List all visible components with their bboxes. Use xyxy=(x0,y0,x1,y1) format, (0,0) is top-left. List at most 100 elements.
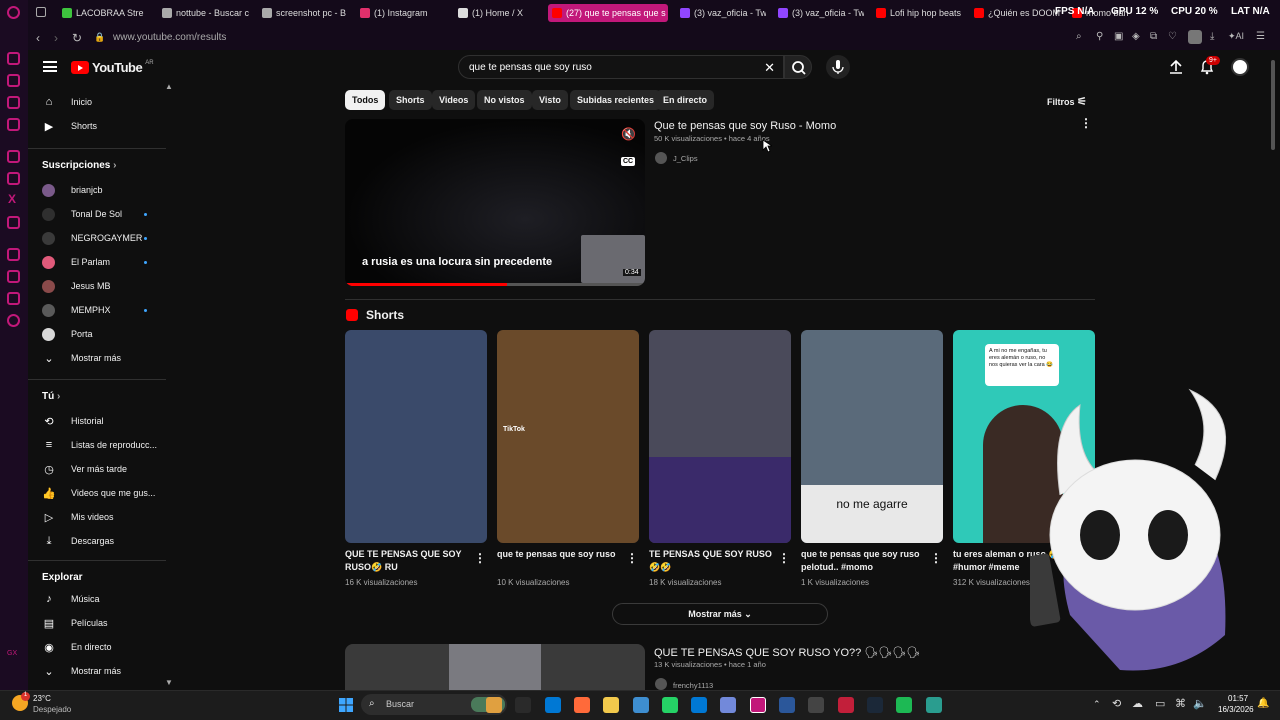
gx-icon[interactable]: GX xyxy=(7,650,17,657)
clear-search-icon[interactable]: ✕ xyxy=(764,60,775,76)
word-icon[interactable] xyxy=(779,697,795,713)
sidebar-item-inicio[interactable]: ⌂ Inicio xyxy=(42,92,92,112)
windows-start-icon[interactable] xyxy=(338,697,354,713)
snapshot-icon[interactable]: ▣ xyxy=(1114,31,1123,42)
instagram-icon[interactable] xyxy=(7,96,20,109)
task-view-icon[interactable] xyxy=(515,697,532,713)
opera-logo-icon[interactable] xyxy=(7,6,20,19)
settings-icon[interactable] xyxy=(7,314,20,327)
display-icon[interactable]: ▭ xyxy=(1155,697,1165,710)
sidebar-item-subscription[interactable]: El Parlam xyxy=(42,252,110,272)
back-icon[interactable]: ‹ xyxy=(36,31,40,45)
more-actions-icon[interactable]: ⋮ xyxy=(474,551,486,565)
browser-tab[interactable]: LACOBRAA Stre xyxy=(58,4,148,22)
edge-icon[interactable] xyxy=(544,697,561,713)
filters-button[interactable]: Filtros ⚟ xyxy=(1047,95,1087,108)
folder-icon[interactable] xyxy=(603,697,620,713)
network-icon[interactable]: ⌘ xyxy=(1175,697,1186,710)
browser-tab[interactable]: (1) Instagram xyxy=(356,4,446,22)
short-title[interactable]: TE PENSAS QUE SOY RUSO 🤣🤣 xyxy=(649,548,775,574)
x-icon[interactable]: X xyxy=(8,192,16,206)
profile-avatar[interactable] xyxy=(1188,30,1202,44)
filter-chip[interactable]: En directo xyxy=(656,90,715,110)
menu-icon[interactable]: ☰ xyxy=(1256,31,1265,42)
weather-temp[interactable]: 23°C xyxy=(33,694,51,703)
sidebar-item-thumbs-up[interactable]: 👍 Videos que me gus... xyxy=(42,483,155,503)
more-actions-icon[interactable]: ⋮ xyxy=(626,551,638,565)
browser-tab[interactable]: ¿Quién es DOOM xyxy=(970,4,1060,22)
video-title[interactable]: Que te pensas que soy Ruso - Momo xyxy=(654,120,836,132)
obs-icon[interactable] xyxy=(808,697,825,713)
more-actions-icon[interactable]: ⋮ xyxy=(1080,116,1092,130)
upload-icon[interactable] xyxy=(1168,59,1184,75)
notification-center-icon[interactable]: 🔔 xyxy=(1257,698,1269,709)
filter-chip[interactable]: Todos xyxy=(345,90,386,110)
sidebar-item-subscription[interactable]: Porta xyxy=(42,324,93,344)
sidebar-item-film[interactable]: ▤ Películas xyxy=(42,613,108,633)
browser-tab[interactable]: (1) Home / X xyxy=(454,4,544,22)
voice-search-button[interactable] xyxy=(826,55,850,79)
account-avatar[interactable] xyxy=(1231,58,1249,76)
discord-icon[interactable] xyxy=(720,697,737,713)
captions-icon[interactable]: CC xyxy=(621,157,636,166)
short-title[interactable]: que te pensas que soy ruso pelotud.. #mo… xyxy=(801,548,927,574)
sidebar-item-history[interactable]: ⟲ Historial xyxy=(42,411,103,431)
camera-icon[interactable]: ⧉ xyxy=(1150,31,1157,42)
clock-time[interactable]: 01:57 xyxy=(1228,694,1248,703)
scroll-up-icon[interactable]: ▲ xyxy=(165,82,173,91)
short-thumbnail[interactable]: TikTok xyxy=(497,330,639,543)
browser-tab[interactable]: (27) que te pensas que s xyxy=(548,4,668,22)
twitch-icon[interactable] xyxy=(7,150,20,163)
browser-tab[interactable]: screenshot pc - B xyxy=(258,4,348,22)
tray-overflow-icon[interactable]: ⌃ xyxy=(1093,699,1101,710)
sidebar-item-subscription[interactable]: Jesus MB xyxy=(42,276,111,296)
sidebar-item-live[interactable]: ◉ En directo xyxy=(42,637,111,657)
steam-icon[interactable] xyxy=(866,697,883,713)
sidebar-item-music[interactable]: ♪ Música xyxy=(42,589,99,609)
subscriptions-heading[interactable]: Suscripciones › xyxy=(42,160,116,171)
clock-date[interactable]: 16/3/2026 xyxy=(1218,705,1254,714)
video-thumbnail[interactable]: a rusia es una locura sin precedente 0:3… xyxy=(345,119,645,286)
valorant-icon[interactable] xyxy=(837,697,854,713)
mail-icon[interactable] xyxy=(691,697,708,713)
filter-chip[interactable]: Subidas recientes xyxy=(570,90,662,110)
messenger-icon[interactable] xyxy=(7,74,20,87)
extensions-icon[interactable] xyxy=(7,292,20,305)
cloud-icon[interactable]: ☁ xyxy=(1132,697,1143,710)
browser-tab[interactable]: nottube - Buscar c xyxy=(158,4,250,22)
channel-avatar[interactable] xyxy=(655,152,667,164)
aria-ai-button[interactable]: ✦AI xyxy=(1228,31,1244,42)
channel-name[interactable]: frenchy1113 xyxy=(673,681,713,690)
search-input[interactable]: que te pensas que soy ruso xyxy=(469,62,592,73)
sidebar-item-download[interactable]: ⤓ Descargas xyxy=(42,531,114,551)
browser-tab[interactable]: Lofi hip hop beats xyxy=(872,4,962,22)
page-scrollbar[interactable] xyxy=(1270,50,1276,690)
url-field[interactable]: www.youtube.com/results xyxy=(113,32,226,43)
sidebar-item-subscription[interactable]: NEGROGAYMER xyxy=(42,228,142,248)
aria-icon[interactable] xyxy=(7,52,20,65)
browser-tab[interactable]: (3) vaz_oficia - Tw xyxy=(676,4,766,22)
you-heading[interactable]: Tú › xyxy=(42,391,60,402)
discord-icon[interactable] xyxy=(7,216,20,229)
channel-avatar[interactable] xyxy=(655,678,667,690)
sidebar-item-clock[interactable]: ◷ Ver más tarde xyxy=(42,459,127,479)
sidebar-item-shorts[interactable]: ▶ Shorts xyxy=(42,116,97,136)
filter-chip[interactable]: Videos xyxy=(432,90,476,110)
player-icon[interactable] xyxy=(7,118,20,131)
search-box[interactable]: que te pensas que soy ruso ✕ xyxy=(458,55,784,79)
browser-tab[interactable]: (3) vaz_oficia - Tw xyxy=(774,4,864,22)
more-actions-icon[interactable]: ⋮ xyxy=(930,551,942,565)
opera-gx-icon[interactable] xyxy=(749,697,766,713)
scroll-down-icon[interactable]: ▼ xyxy=(165,678,173,687)
short-thumbnail[interactable] xyxy=(345,330,487,543)
whatsapp-icon[interactable] xyxy=(661,697,678,713)
explore-show-more[interactable]: ⌄ Mostrar más xyxy=(42,661,121,681)
spotify-icon[interactable] xyxy=(896,697,913,713)
shorts-show-more-button[interactable]: Mostrar más ⌄ xyxy=(612,603,828,625)
guide-menu-icon[interactable] xyxy=(43,61,57,72)
video-thumbnail[interactable] xyxy=(345,644,645,690)
more-actions-icon[interactable]: ⋮ xyxy=(778,551,790,565)
file-explorer-icon[interactable] xyxy=(486,697,502,713)
clock-rail-icon[interactable] xyxy=(7,270,20,283)
zoom-icon[interactable]: ⌕ xyxy=(1076,31,1082,42)
